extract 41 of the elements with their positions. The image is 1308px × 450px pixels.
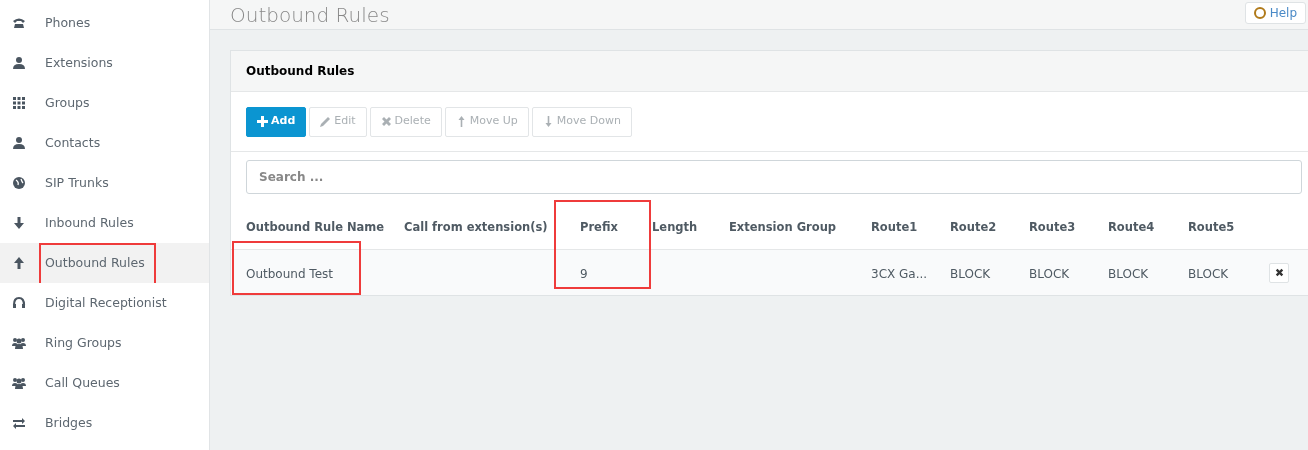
table-cell: 9 [580,266,588,281]
table-cell: BLOCK [1188,266,1229,281]
plus-icon [257,116,268,127]
page-title: Outbound Rules [230,2,390,28]
column-header[interactable]: Route5 [1188,219,1235,234]
table-cell: BLOCK [950,266,991,281]
column-header[interactable]: Route1 [871,219,918,234]
column-header[interactable]: Outbound Rule Name [246,219,385,234]
column-header[interactable]: Length [652,219,698,234]
table-cell: 3CX Ga... [871,266,928,281]
users-icon [12,376,26,390]
close-icon [1274,268,1284,277]
headset-icon [12,296,26,310]
help-button[interactable]: Help [1244,2,1306,24]
grid-icon [12,96,26,110]
users-icon [12,336,26,350]
column-header[interactable]: Route4 [1108,219,1155,234]
table-row[interactable]: Outbound Test 9 3CX Ga... BLOCK BLOCK BLOCK BLOCK [231,249,1308,295]
panel-title: Outbound Rules [246,63,355,80]
table-cell: Outbound Test [246,266,333,281]
column-header[interactable]: Call from extension(s) [404,219,548,234]
delete-row-button[interactable] [1269,262,1289,283]
pencil-icon [320,116,332,127]
column-header[interactable]: Extension Group [729,219,837,234]
user-icon [12,136,26,150]
toolbar-button[interactable]: Add [246,106,307,137]
search-field[interactable]: Search ... [246,160,1302,194]
up-arrow-icon [12,256,26,270]
exchange-icon [12,416,26,430]
down-arrow-icon [12,216,26,230]
table-cell: BLOCK [1029,266,1070,281]
phone-icon [12,16,26,30]
column-header[interactable]: Route2 [950,219,997,234]
table-cell: BLOCK [1108,266,1149,281]
user-icon [12,56,26,70]
lifebuoy-icon [1253,7,1266,19]
column-header[interactable]: Route3 [1029,219,1076,234]
sidebar-item[interactable]: Outbound Rules [0,243,209,283]
column-header[interactable]: Prefix [580,219,618,234]
globe-icon [12,176,26,190]
close-icon [380,116,392,127]
